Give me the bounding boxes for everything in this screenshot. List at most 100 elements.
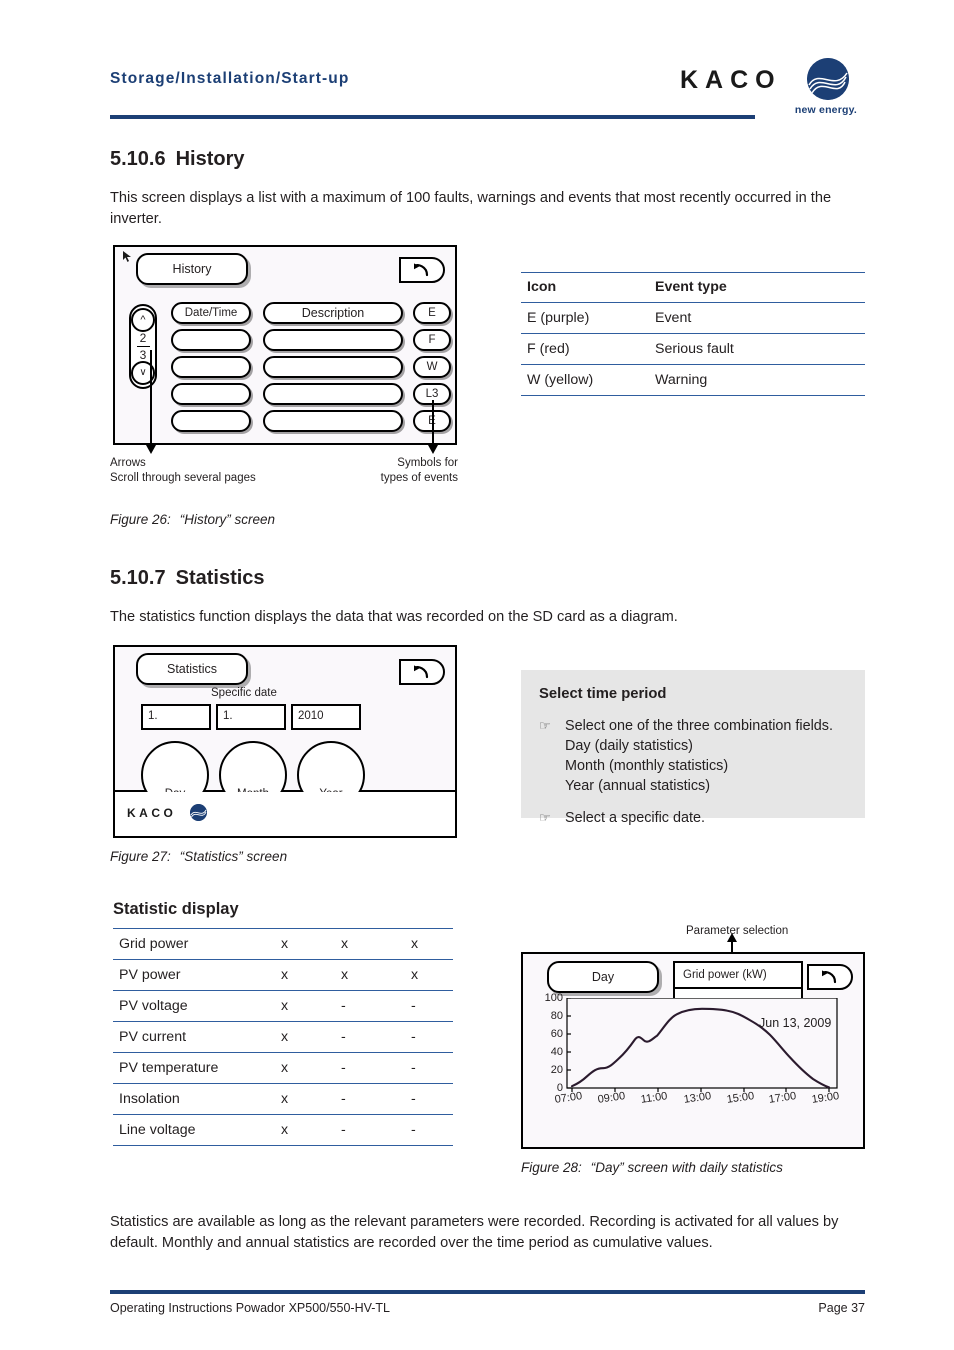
kaco-globe-icon [190, 804, 207, 821]
value-cell: - [405, 1021, 453, 1053]
header-title: Storage/Installation/Start-up [110, 70, 350, 87]
section-title: History [175, 148, 245, 170]
statistics-screen: Statistics Specific date 1. 1. 2010 Day … [113, 645, 457, 809]
event-symbol[interactable]: F [413, 329, 451, 351]
statistics-title-tab[interactable]: Statistics [136, 653, 248, 685]
page-scroll-control[interactable]: ^ 2 3 ∨ [129, 304, 157, 389]
parameter-selection-arrowhead [727, 933, 737, 942]
description-row[interactable] [263, 356, 403, 378]
section-number: 5.10.6 [110, 148, 166, 170]
info-item-text: Select one of the three combination fiel… [565, 716, 847, 796]
parameter-label: PV temperature [113, 1052, 275, 1084]
scroll-up-icon[interactable]: ^ [131, 308, 155, 332]
leader-line-arrows [150, 350, 152, 445]
page-total: 3 [139, 347, 147, 362]
day-field[interactable]: 1. [141, 704, 211, 730]
footer-rule [110, 1290, 865, 1294]
event-symbol[interactable]: E [413, 302, 451, 324]
table-row: W (yellow) Warning [521, 364, 865, 396]
table-row: E (purple) Event [521, 302, 865, 334]
column-header-description: Description [263, 302, 403, 324]
value-cell: - [405, 1052, 453, 1084]
kaco-logo: KACO new energy. [680, 58, 865, 130]
event-type-cell: Warning [649, 364, 865, 396]
value-cell: - [335, 990, 405, 1022]
leader-arrowhead-left [146, 445, 156, 454]
event-type-cell: Event [649, 302, 865, 334]
back-arrow-icon[interactable] [399, 659, 445, 685]
description-row[interactable] [263, 383, 403, 405]
back-arrow-icon[interactable] [807, 964, 853, 990]
datetime-row[interactable] [171, 383, 251, 405]
statistics-brand-bar: KACO [113, 792, 457, 838]
description-row[interactable] [263, 329, 403, 351]
table-row: Line voltage x - - [113, 1114, 453, 1146]
parameter-label: Grid power [113, 928, 275, 960]
icon-cell: E (purple) [521, 302, 649, 334]
value-cell: - [335, 1021, 405, 1053]
value-cell: - [405, 1083, 453, 1115]
info-item-text: Select a specific date. [565, 810, 705, 826]
logo-wordmark: KACO [680, 66, 782, 94]
parameter-label: PV voltage [113, 990, 275, 1022]
figure-28-caption: Figure 28: “Day” screen with daily statis… [521, 1160, 783, 1175]
value-cell: - [405, 1114, 453, 1146]
page-current: 2 [139, 331, 147, 346]
value-cell: - [335, 1083, 405, 1115]
datetime-row[interactable] [171, 410, 251, 432]
annotation-arrows-line2: Scroll through several pages [110, 472, 256, 484]
section-heading-statistics: 5.10.7 Statistics [110, 567, 265, 590]
figure-26-text: “History” screen [179, 512, 276, 527]
event-type-cell: Serious fault [649, 333, 865, 365]
statistics-brand-wordmark: KACO [127, 806, 177, 820]
value-cell: x [275, 990, 335, 1022]
column-header-datetime: Date/Time [171, 302, 251, 324]
specific-date-label: Specific date [211, 687, 277, 699]
leader-line-symbols [432, 400, 434, 445]
value-cell: - [335, 1052, 405, 1084]
value-cell: x [275, 1083, 335, 1115]
day-title-tab[interactable]: Day [547, 961, 659, 993]
history-title-tab[interactable]: History [136, 253, 248, 285]
select-time-period-title: Select time period [539, 686, 667, 702]
info-line: Month (monthly statistics) [565, 758, 729, 774]
event-symbol[interactable]: W [413, 356, 451, 378]
value-cell: x [275, 1021, 335, 1053]
month-field[interactable]: 1. [216, 704, 286, 730]
footer-document-title: Operating Instructions Powador XP500/550… [110, 1301, 391, 1315]
datetime-row[interactable] [171, 329, 251, 351]
figure-28-text: “Day” screen with daily statistics [590, 1160, 783, 1175]
value-cell: x [405, 928, 453, 960]
pointing-hand-icon: ☞ [539, 810, 551, 825]
value-cell: - [335, 1114, 405, 1146]
leader-arrowhead-right [428, 445, 438, 454]
annotation-arrows-line1: Arrows [110, 457, 146, 469]
figure-27-number: Figure 27: [110, 849, 171, 864]
icon-cell: F (red) [521, 333, 649, 365]
back-arrow-icon[interactable] [399, 257, 445, 283]
parameter-dropdown[interactable]: Grid power (kW) [673, 961, 803, 989]
logo-tagline: new energy. [794, 104, 857, 116]
table-row: PV temperature x - - [113, 1052, 453, 1084]
section-number: 5.10.7 [110, 567, 166, 589]
value-cell: x [335, 928, 405, 960]
description-row[interactable] [263, 410, 403, 432]
history-screen: History ^ 2 3 ∨ Date/Time Description E … [113, 245, 457, 445]
col-event-type: Event type [649, 272, 865, 303]
history-intro-text: This screen displays a list with a maxim… [110, 190, 832, 227]
document-page: Storage/Installation/Start-up KACO new e… [0, 0, 954, 1350]
footer-page-number: Page 37 [818, 1301, 865, 1315]
parameter-label: PV power [113, 959, 275, 991]
year-field[interactable]: 2010 [291, 704, 361, 730]
statistics-intro-text: The statistics function displays the dat… [110, 609, 678, 625]
info-item: ☞ Select a specific date. [539, 808, 847, 828]
daily-statistics-chart: 100 80 60 40 20 0 07:00 09:00 11:00 13:0… [537, 992, 853, 1138]
closing-paragraph: Statistics are available as long as the … [110, 1214, 839, 1251]
annotation-symbols: Symbols for types of events [378, 456, 458, 486]
figure-27-text: “Statistics” screen [179, 849, 288, 864]
chart-date-annotation: Jun 13, 2009 [759, 1016, 832, 1030]
table-row: F (red) Serious fault [521, 333, 865, 365]
datetime-row[interactable] [171, 356, 251, 378]
icon-cell: W (yellow) [521, 364, 649, 396]
parameter-label: Line voltage [113, 1114, 275, 1146]
